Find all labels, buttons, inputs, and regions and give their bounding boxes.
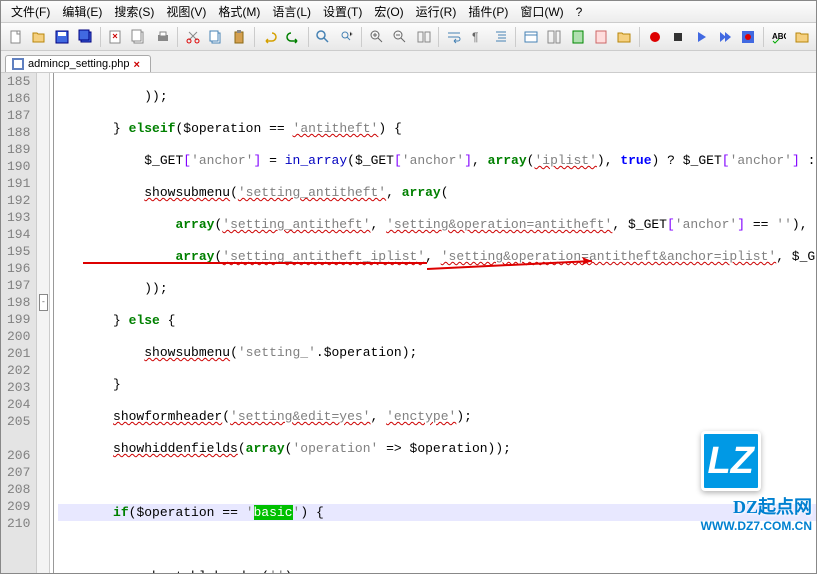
menu-plugins[interactable]: 插件(P) xyxy=(462,1,514,22)
play-multi-icon[interactable] xyxy=(714,26,735,48)
annotation-underline xyxy=(83,262,427,264)
php-file-icon xyxy=(12,58,24,70)
line-number-gutter: 1851861871881891901911921931941951961971… xyxy=(1,73,36,573)
play-macro-icon[interactable] xyxy=(691,26,712,48)
menu-macro[interactable]: 宏(O) xyxy=(368,1,409,22)
menu-format[interactable]: 格式(M) xyxy=(212,1,266,22)
print-icon[interactable] xyxy=(152,26,173,48)
menu-view[interactable]: 视图(V) xyxy=(160,1,212,22)
folder-panel-icon[interactable] xyxy=(614,26,635,48)
annotation-arrow xyxy=(427,257,607,277)
record-macro-icon[interactable] xyxy=(644,26,665,48)
find-icon[interactable] xyxy=(313,26,334,48)
menu-bar: 文件(F) 编辑(E) 搜索(S) 视图(V) 格式(M) 语言(L) 设置(T… xyxy=(1,1,816,23)
stop-macro-icon[interactable] xyxy=(667,26,688,48)
func-list-icon[interactable] xyxy=(590,26,611,48)
menu-language[interactable]: 语言(L) xyxy=(266,1,317,22)
paste-icon[interactable] xyxy=(229,26,250,48)
open-file-icon[interactable] xyxy=(28,26,49,48)
menu-search[interactable]: 搜索(S) xyxy=(108,1,160,22)
toolbar: ¶ ABC xyxy=(1,23,816,51)
fold-gutter: - xyxy=(36,73,50,573)
zoom-out-icon[interactable] xyxy=(390,26,411,48)
undo-icon[interactable] xyxy=(259,26,280,48)
doc-map-icon[interactable] xyxy=(544,26,565,48)
copy-icon[interactable] xyxy=(206,26,227,48)
redo-icon[interactable] xyxy=(283,26,304,48)
sync-scroll-icon[interactable] xyxy=(413,26,434,48)
menu-settings[interactable]: 设置(T) xyxy=(317,1,368,22)
spellcheck-icon[interactable]: ABC xyxy=(768,26,789,48)
user-lang-icon[interactable] xyxy=(520,26,541,48)
svg-text:¶: ¶ xyxy=(472,30,478,44)
menu-run[interactable]: 运行(R) xyxy=(410,1,463,22)
cut-icon[interactable] xyxy=(182,26,203,48)
menu-file[interactable]: 文件(F) xyxy=(5,1,56,22)
watermark-url: WWW.DZ7.COM.CN xyxy=(701,519,812,533)
doc-list-icon[interactable] xyxy=(567,26,588,48)
code-editor[interactable]: 1851861871881891901911921931941951961971… xyxy=(1,73,816,573)
close-icon[interactable] xyxy=(105,26,126,48)
new-file-icon[interactable] xyxy=(5,26,26,48)
tab-close-icon[interactable]: × xyxy=(134,59,144,69)
tab-bar: admincp_setting.php × xyxy=(1,51,816,73)
watermark: LZ DZ起点网 WWW.DZ7.COM.CN xyxy=(701,431,812,533)
file-tab[interactable]: admincp_setting.php × xyxy=(5,55,151,72)
menu-help[interactable]: ? xyxy=(570,3,589,21)
tab-filename: admincp_setting.php xyxy=(28,58,130,70)
save-macro-icon[interactable] xyxy=(737,26,758,48)
zoom-in-icon[interactable] xyxy=(366,26,387,48)
watermark-text-cn: DZ起点网 xyxy=(701,493,812,519)
replace-icon[interactable] xyxy=(336,26,357,48)
close-all-icon[interactable] xyxy=(129,26,150,48)
menu-edit[interactable]: 编辑(E) xyxy=(56,1,108,22)
watermark-logo: LZ xyxy=(701,431,761,491)
indent-guide-icon[interactable] xyxy=(490,26,511,48)
save-icon[interactable] xyxy=(52,26,73,48)
dir-icon[interactable] xyxy=(791,26,812,48)
show-all-chars-icon[interactable]: ¶ xyxy=(467,26,488,48)
menu-window[interactable]: 窗口(W) xyxy=(514,1,569,22)
word-wrap-icon[interactable] xyxy=(443,26,464,48)
save-all-icon[interactable] xyxy=(75,26,96,48)
